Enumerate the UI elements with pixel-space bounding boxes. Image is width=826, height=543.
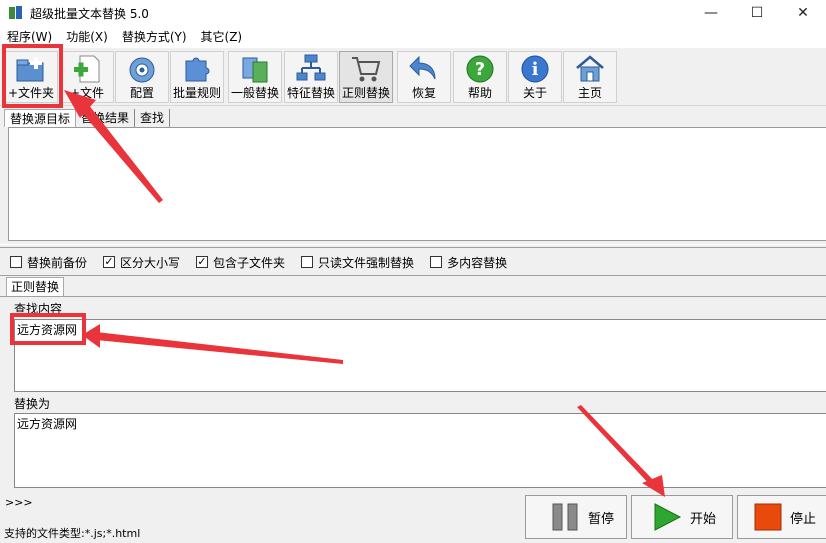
general-replace-icon	[238, 53, 272, 85]
include-subfolders-label: 包含子文件夹	[213, 255, 286, 270]
menu-other[interactable]: 其它(Z)	[194, 27, 250, 47]
option-include-subfolders[interactable]: ✓ 包含子文件夹	[196, 254, 285, 271]
backup-label: 替换前备份	[27, 255, 88, 270]
general-replace-label: 一般替换	[230, 86, 279, 100]
help-icon: ?	[463, 53, 497, 85]
batch-rules-label: 批量规则	[172, 86, 221, 100]
puzzle-icon	[180, 53, 214, 85]
status-area: >>> 支持的文件类型:*.js;*.html 暂停 开始 停止	[0, 491, 826, 543]
start-button[interactable]: 开始	[631, 495, 733, 539]
help-label: 帮助	[467, 86, 492, 100]
cart-icon	[349, 53, 383, 85]
about-button[interactable]: i 关于	[508, 51, 562, 103]
menu-program[interactable]: 程序(W)	[0, 27, 59, 47]
find-content-label: 查找内容	[14, 302, 63, 316]
add-file-label: +文件	[69, 86, 105, 100]
add-file-icon	[70, 53, 104, 85]
menu-function[interactable]: 功能(X)	[59, 27, 115, 47]
add-folder-label: +文件夹	[7, 86, 55, 100]
homepage-label: 主页	[577, 86, 602, 100]
homepage-button[interactable]: 主页	[563, 51, 617, 103]
replace-with-label: 替换为	[14, 397, 51, 411]
start-icon	[652, 502, 682, 532]
regex-replace-label: 正则替换	[341, 86, 390, 100]
tab-regex-replace[interactable]: 正则替换	[6, 277, 65, 297]
multi-content-checkbox[interactable]	[430, 256, 443, 268]
divider	[0, 296, 826, 297]
feature-replace-label: 特征替换	[286, 86, 335, 100]
force-readonly-label: 只读文件强制替换	[318, 255, 415, 270]
find-content-input[interactable]: 远方资源网	[14, 319, 826, 392]
stop-button[interactable]: 停止	[737, 495, 826, 539]
menu-replace-mode[interactable]: 替换方式(Y)	[115, 27, 194, 47]
log-prompt: >>>	[5, 496, 33, 509]
title-bar: 超级批量文本替换 5.0 — ☐ ✕	[0, 0, 826, 26]
file-types-text: 支持的文件类型:*.js;*.html	[4, 527, 141, 540]
about-label: 关于	[522, 86, 547, 100]
option-multi-content[interactable]: 多内容替换	[430, 254, 507, 271]
add-folder-icon	[14, 53, 48, 85]
config-button[interactable]: 配置	[115, 51, 169, 103]
close-button[interactable]: ✕	[780, 0, 826, 26]
pause-label: 暂停	[588, 511, 615, 527]
replace-with-input[interactable]: 远方资源网	[14, 413, 826, 488]
include-subfolders-checkbox[interactable]: ✓	[196, 256, 209, 268]
option-force-readonly[interactable]: 只读文件强制替换	[301, 254, 414, 271]
config-icon	[125, 53, 159, 85]
svg-text:?: ?	[475, 59, 485, 80]
pause-icon	[550, 502, 580, 532]
stop-label: 停止	[790, 511, 817, 527]
minimize-button[interactable]: —	[688, 0, 734, 26]
pause-button[interactable]: 暂停	[525, 495, 627, 539]
window-title: 超级批量文本替换 5.0	[30, 6, 149, 21]
info-icon: i	[518, 53, 552, 85]
svg-text:i: i	[532, 59, 539, 80]
option-case-sensitive[interactable]: ✓ 区分大小写	[103, 254, 180, 271]
start-label: 开始	[690, 511, 717, 527]
divider	[0, 275, 826, 276]
undo-icon	[407, 53, 441, 85]
stop-icon	[754, 503, 782, 531]
add-folder-button[interactable]: +文件夹	[4, 51, 58, 103]
help-button[interactable]: ? 帮助	[453, 51, 507, 103]
batch-rules-button[interactable]: 批量规则	[170, 51, 224, 103]
multi-content-label: 多内容替换	[447, 255, 508, 270]
menu-bar: 程序(W) 功能(X) 替换方式(Y) 其它(Z)	[0, 26, 826, 48]
splitter[interactable]	[0, 244, 826, 248]
force-readonly-checkbox[interactable]	[301, 256, 314, 268]
home-icon	[573, 53, 607, 85]
add-file-button[interactable]: +文件	[60, 51, 114, 103]
app-icon	[8, 5, 24, 21]
toolbar: +文件夹 +文件 配置 批量规则 一般替换 特征替换 正则替换 恢复 ? 帮助 …	[0, 48, 826, 106]
restore-button[interactable]: 恢复	[397, 51, 451, 103]
feature-replace-icon	[294, 53, 328, 85]
backup-checkbox[interactable]	[10, 256, 22, 268]
tab-replace-results[interactable]: 替换结果	[76, 109, 136, 127]
general-replace-button[interactable]: 一般替换	[228, 51, 282, 103]
option-backup[interactable]: 替换前备份	[10, 254, 87, 271]
maximize-button[interactable]: ☐	[734, 0, 780, 26]
config-label: 配置	[129, 86, 154, 100]
case-sensitive-label: 区分大小写	[120, 255, 181, 270]
restore-label: 恢复	[411, 86, 436, 100]
case-sensitive-checkbox[interactable]: ✓	[103, 256, 116, 268]
regex-replace-button[interactable]: 正则替换	[339, 51, 393, 103]
source-target-list[interactable]	[8, 127, 826, 241]
tab-source-targets[interactable]: 替换源目标	[4, 109, 77, 127]
feature-replace-button[interactable]: 特征替换	[284, 51, 338, 103]
options-row: 替换前备份 ✓ 区分大小写 ✓ 包含子文件夹 只读文件强制替换 多内容替换	[10, 252, 523, 272]
upper-tabs: 替换源目标 替换结果 查找	[4, 107, 171, 127]
tab-find[interactable]: 查找	[135, 109, 171, 127]
